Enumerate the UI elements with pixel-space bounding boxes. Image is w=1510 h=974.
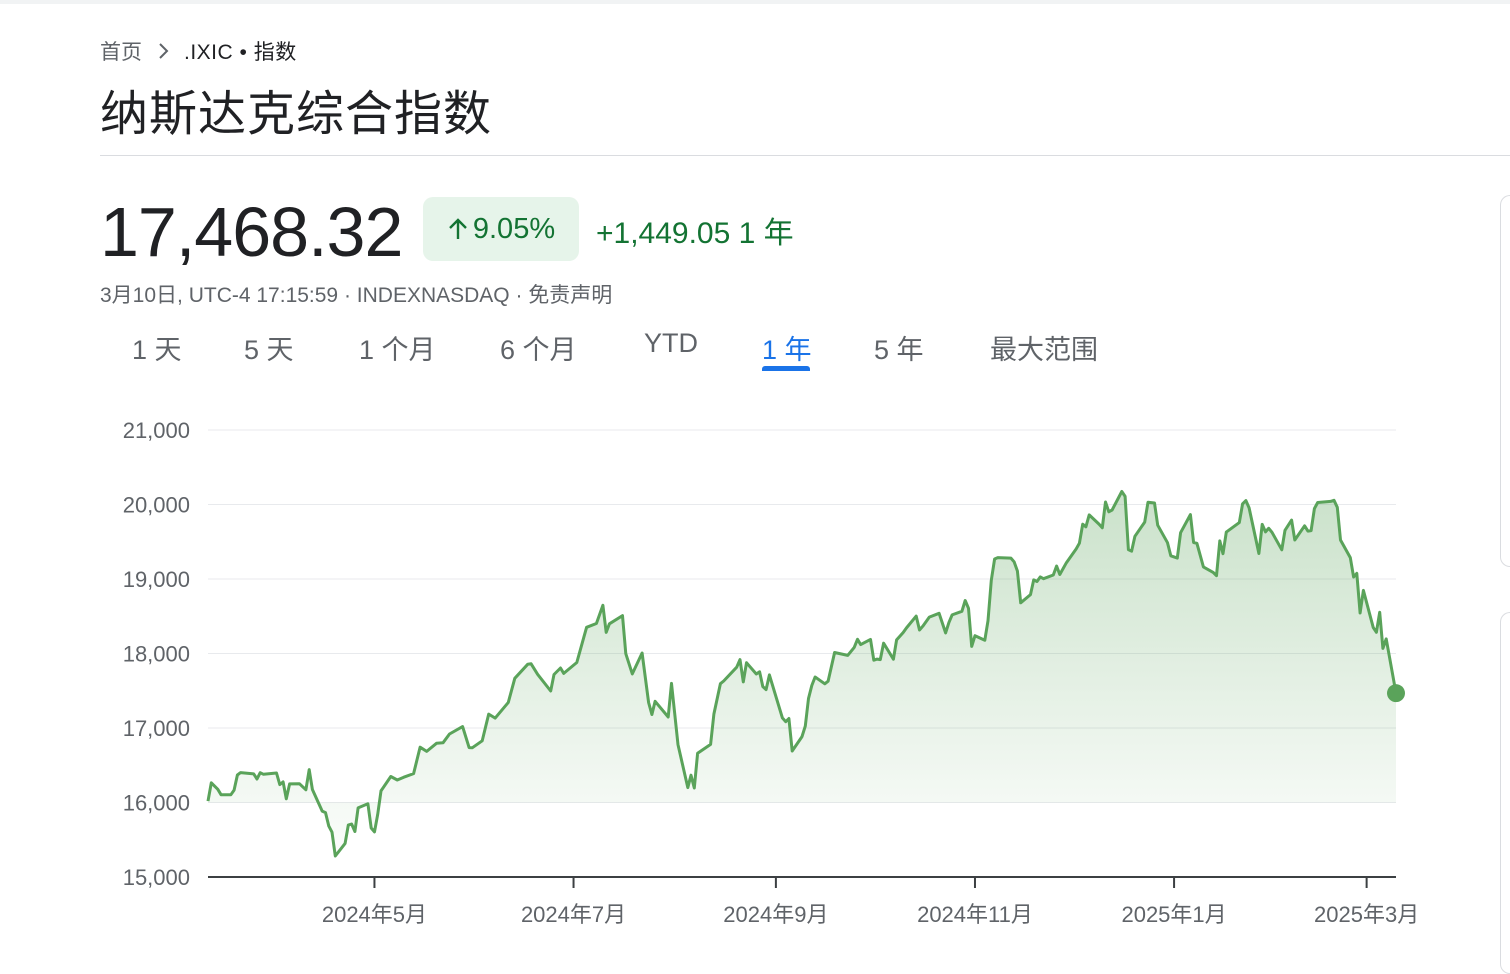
y-tick-label: 18,000 (123, 642, 190, 667)
chevron-right-icon (158, 42, 170, 60)
x-tick-label: 2024年11月 (917, 902, 1033, 927)
tab-6m[interactable]: 6 个月 (500, 328, 577, 367)
tab-1m[interactable]: 1 个月 (359, 328, 436, 367)
tab-max[interactable]: 最大范围 (990, 328, 1098, 367)
change-summary: +1,449.05 1 年 (596, 208, 794, 252)
change-percent-badge: 9.05% (423, 197, 579, 261)
x-tick-label: 2024年5月 (322, 902, 427, 927)
top-bar (0, 0, 1510, 4)
y-tick-label: 20,000 (123, 493, 190, 518)
price-chart[interactable]: 21,000 20,000 19,000 18,000 17,000 16,000 15,0… (0, 400, 1510, 968)
arrow-up-icon (449, 218, 467, 239)
side-card-edge (1500, 195, 1510, 567)
last-price-marker (1387, 684, 1405, 703)
current-price: 17,468.32 (100, 193, 403, 271)
y-tick-label: 19,000 (123, 567, 190, 592)
active-tab-indicator (762, 366, 810, 371)
change-absolute: +1,449.05 (596, 217, 731, 250)
tab-1y[interactable]: 1 年 (762, 328, 812, 367)
breadcrumb: 首页 .IXIC • 指数 (100, 36, 297, 66)
x-tick-label: 2025年3月 (1314, 902, 1419, 927)
tab-5d[interactable]: 5 天 (244, 328, 294, 367)
side-card-edge (1500, 612, 1510, 974)
tab-1d[interactable]: 1 天 (132, 328, 182, 367)
x-tick-label: 2024年9月 (723, 902, 828, 927)
x-tick-label: 2025年1月 (1121, 902, 1226, 927)
x-tick-label: 2024年7月 (521, 902, 626, 927)
y-tick-label: 16,000 (123, 791, 190, 816)
tab-ytd[interactable]: YTD (644, 328, 698, 359)
change-percent: 9.05% (472, 212, 556, 245)
tab-5y[interactable]: 5 年 (874, 328, 924, 367)
breadcrumb-current: .IXIC • 指数 (184, 41, 297, 64)
change-period: 1 年 (738, 217, 794, 250)
y-tick-label: 21,000 (123, 418, 190, 443)
breadcrumb-home-link[interactable]: 首页 (100, 36, 142, 66)
y-tick-label: 17,000 (123, 716, 190, 741)
y-tick-label: 15,000 (123, 865, 190, 890)
quote-meta: 3月10日, UTC-4 17:15:59 · INDEXNASDAQ · 免责… (100, 284, 613, 307)
page-title: 纳斯达克综合指数 (100, 88, 493, 141)
divider (100, 155, 1510, 156)
